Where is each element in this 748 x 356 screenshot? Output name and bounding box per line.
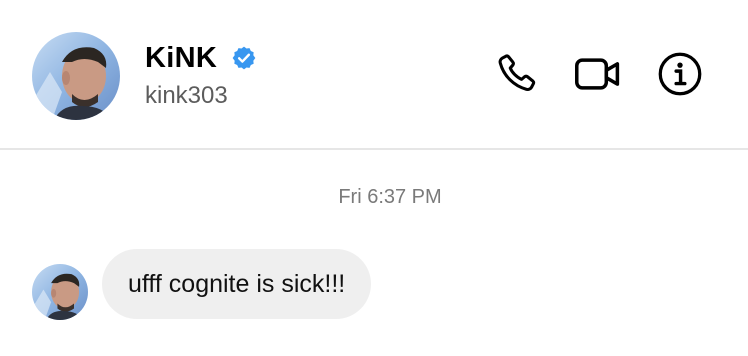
info-icon bbox=[658, 52, 702, 96]
name-row: KiNK bbox=[145, 38, 257, 78]
verified-badge-icon bbox=[232, 46, 256, 70]
header-actions bbox=[492, 50, 704, 98]
profile-avatar[interactable] bbox=[32, 32, 120, 120]
conversation-header: KiNK kink303 bbox=[0, 0, 748, 150]
phone-icon bbox=[498, 54, 536, 92]
avatar-photo bbox=[32, 32, 120, 120]
dm-thread-screen: KiNK kink303 Fri 6:37 PM ufff cognite is… bbox=[0, 0, 748, 356]
info-button[interactable] bbox=[656, 50, 704, 98]
display-name[interactable]: KiNK bbox=[145, 42, 217, 75]
video-camera-icon bbox=[575, 58, 620, 90]
message-bubble[interactable]: ufff cognite is sick!!! bbox=[102, 249, 372, 319]
username-handle: kink303 bbox=[145, 82, 228, 109]
video-call-button[interactable] bbox=[574, 50, 622, 98]
call-button[interactable] bbox=[492, 50, 540, 98]
sender-avatar[interactable] bbox=[32, 264, 88, 320]
avatar-photo bbox=[32, 264, 88, 320]
message-timestamp: Fri 6:37 PM bbox=[338, 186, 442, 208]
